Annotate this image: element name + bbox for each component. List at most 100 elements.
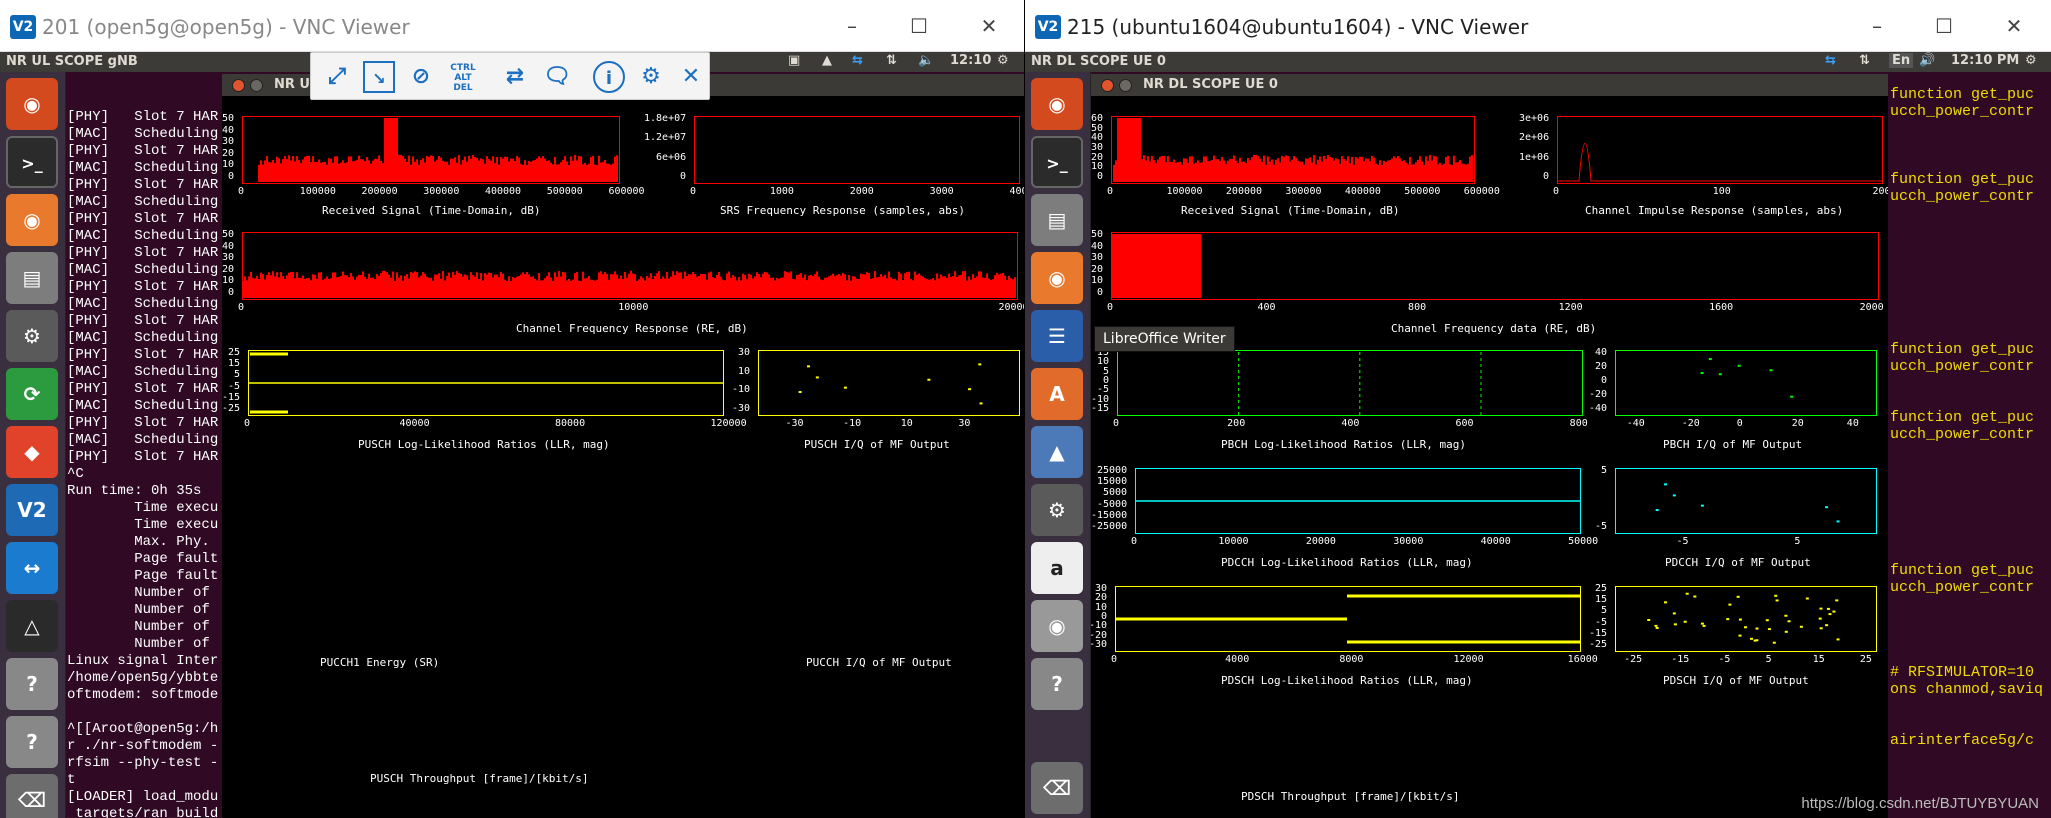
scope-minimize-icon[interactable] [250, 79, 263, 92]
trace-segment [554, 272, 556, 298]
terminal-icon[interactable]: >_ [6, 136, 58, 188]
teamviewer-icon[interactable]: ⇆ [852, 53, 863, 68]
trace-segment [614, 271, 616, 298]
trace-segment [926, 278, 928, 298]
trash-icon[interactable]: ⌫ [1031, 762, 1083, 814]
volume-icon[interactable]: 🔊 [1919, 53, 1935, 68]
software-updater-icon[interactable]: △ [6, 600, 58, 652]
terminal-line: function get_puc [1890, 86, 2035, 103]
titlebar-right[interactable]: V2 215 (ubuntu1604@ubuntu1604) - VNC Vie… [1025, 0, 2051, 52]
stop-mouse-icon[interactable]: ⊘ [405, 61, 437, 93]
transfer-icon[interactable]: ⇄ [499, 61, 531, 93]
help-icon[interactable]: ? [1031, 658, 1083, 710]
trace-segment [426, 276, 428, 298]
nr-dl-scope-window[interactable]: NR DL SCOPE UE 0 0 100000 200000 300000 4000… [1091, 74, 1888, 818]
gear-icon[interactable]: ⚙ [2025, 53, 2037, 68]
fullscreen-icon[interactable]: ⤢ [321, 61, 353, 93]
scope-close-icon[interactable] [1101, 79, 1114, 92]
maximize-icon[interactable]: ☐ [904, 12, 934, 40]
trace-segment [480, 158, 482, 182]
trace-segment [858, 278, 860, 298]
tux-icon[interactable]: ▲ [822, 53, 832, 68]
trace-segment [1673, 623, 1677, 626]
info-icon[interactable]: i [593, 61, 625, 93]
minimize-icon[interactable]: – [837, 12, 867, 40]
trace-segment [807, 365, 811, 368]
terminal-right[interactable]: function get_puc ucch_power_contr function… [1888, 86, 2051, 818]
trace-segment [708, 272, 710, 298]
amazon-icon[interactable]: a [1031, 542, 1083, 594]
terminal-icon[interactable]: >_ [1031, 136, 1083, 188]
sync-icon[interactable]: ⟳ [6, 368, 58, 420]
x-tick-label: -25 [1624, 654, 1643, 665]
help-icon[interactable]: ? [6, 658, 58, 710]
titlebar-left[interactable]: V2 201 (open5g@open5g) - VNC Viewer – ☐ … [0, 0, 1024, 52]
teamviewer-app-icon[interactable]: ↔ [6, 542, 58, 594]
ubuntu-dash-icon[interactable]: ◉ [6, 78, 58, 130]
trace-segment [612, 274, 614, 298]
teamviewer-icon[interactable]: ⇆ [1825, 53, 1836, 68]
close-icon[interactable]: ✕ [974, 12, 1004, 40]
trace-segment [1273, 164, 1275, 182]
scope-minimize-icon[interactable] [1119, 79, 1132, 92]
maximize-icon[interactable]: ☐ [1929, 12, 1959, 40]
settings-icon[interactable]: ⚙ [635, 61, 667, 93]
panel-clock[interactable]: 12:10 PM [1951, 53, 2019, 68]
camera-icon[interactable]: ◉ [1031, 600, 1083, 652]
firefox-icon[interactable]: ◉ [1031, 252, 1083, 304]
system-settings-icon[interactable]: ⚙ [1031, 484, 1083, 536]
matlab-icon[interactable]: ▲ [1031, 426, 1083, 478]
trash-icon[interactable]: ⌫ [6, 774, 58, 818]
files-icon[interactable]: ▤ [6, 252, 58, 304]
mute-icon[interactable]: 🔈 [918, 53, 934, 68]
gear-icon[interactable]: ⚙ [997, 53, 1009, 68]
scale-icon[interactable]: ↘ [363, 61, 395, 93]
nr-ul-scope-window[interactable]: NR U 0 100000 200000 300000 400000 500000 6000… [222, 74, 1024, 818]
trace-segment [1155, 162, 1157, 182]
chat-icon[interactable]: 🗨 [541, 61, 573, 93]
trace-segment [978, 271, 980, 298]
trace-segment [862, 274, 864, 298]
trace-segment [558, 164, 560, 182]
scope-titlebar[interactable]: NR DL SCOPE UE 0 [1091, 74, 1888, 96]
scope-close-icon[interactable] [232, 79, 245, 92]
firefox-icon[interactable]: ◉ [6, 194, 58, 246]
keyboard-lang[interactable]: En [1889, 53, 1914, 68]
monitor-icon[interactable]: ▣ [788, 53, 800, 68]
files-icon[interactable]: ▤ [1031, 194, 1083, 246]
trace-segment [306, 278, 308, 298]
vnc-app-icon[interactable]: V2 [6, 484, 58, 536]
trace-segment [592, 155, 594, 182]
close-toolbar-icon[interactable]: ✕ [675, 61, 707, 93]
software-center-icon[interactable]: A [1031, 368, 1083, 420]
close-icon[interactable]: ✕ [1999, 12, 2029, 40]
y-tick-label: 30 [222, 136, 235, 148]
trace-segment [728, 271, 730, 298]
trace-segment [1835, 599, 1839, 602]
vnc-window-left[interactable]: V2 201 (open5g@open5g) - VNC Viewer – ☐ … [0, 0, 1024, 818]
system-settings-icon[interactable]: ⚙ [6, 310, 58, 362]
ctrl-alt-del-button[interactable]: CTRL ALT DEL [447, 61, 479, 93]
trace-segment [324, 161, 326, 182]
trace-segment [584, 278, 586, 298]
writer-icon[interactable]: ☰ [1031, 310, 1083, 362]
help-icon-2[interactable]: ? [6, 716, 58, 768]
ubuntu-dash-icon[interactable]: ◉ [1031, 78, 1083, 130]
panel-clock[interactable]: 12:10 [950, 53, 991, 68]
trace-segment [1185, 158, 1187, 182]
network-icon[interactable]: ⇅ [1859, 53, 1870, 68]
trace-segment [1683, 620, 1687, 623]
trace-segment [264, 279, 266, 298]
trace-segment [806, 280, 808, 298]
trace-segment [1285, 155, 1287, 182]
network-icon[interactable]: ⇅ [886, 53, 897, 68]
minimize-icon[interactable]: – [1862, 12, 1892, 40]
trace-segment [590, 279, 592, 298]
y-tick-label: 30 [738, 347, 751, 358]
trace-segment [570, 156, 572, 182]
trace-segment [1708, 358, 1712, 361]
anydesk-icon[interactable]: ◆ [6, 426, 58, 478]
x-tick-label: 0 [1107, 302, 1114, 313]
